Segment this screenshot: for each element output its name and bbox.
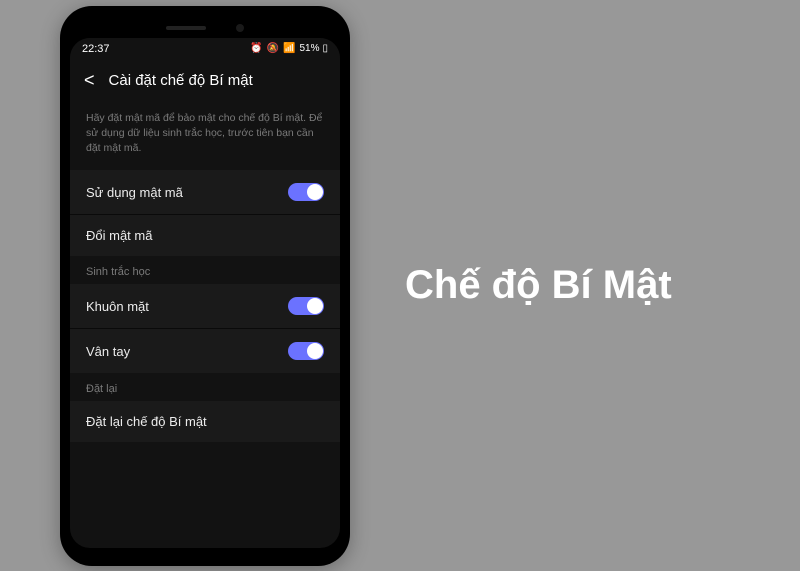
change-passcode-label: Đổi mật mã [86, 228, 152, 243]
face-label: Khuôn mặt [86, 299, 149, 314]
biometrics-section-header: Sinh trắc học [70, 256, 340, 284]
battery-percent: 51% [299, 43, 319, 54]
change-passcode-row[interactable]: Đổi mật mã [70, 215, 340, 256]
mute-icon: 🔕 [267, 43, 280, 54]
use-passcode-toggle[interactable] [288, 183, 324, 201]
reset-row[interactable]: Đặt lại chế độ Bí mật [70, 401, 340, 442]
status-indicators: ⏰ 🔕 📶 51% ▯ [250, 43, 328, 54]
toggle-knob [307, 184, 323, 200]
front-camera [236, 24, 244, 32]
page-header: < Cài đặt chế độ Bí mật [70, 60, 340, 101]
speaker-sensor [166, 26, 206, 30]
phone-screen: 22:37 ⏰ 🔕 📶 51% ▯ < Cài đặt chế độ Bí mậ… [70, 38, 340, 548]
page-title: Cài đặt chế độ Bí mật [109, 72, 253, 89]
fingerprint-row[interactable]: Vân tay [70, 329, 340, 373]
signal-icon: 📶 [283, 43, 296, 54]
phone-sensor-bar [70, 18, 340, 38]
face-row[interactable]: Khuôn mặt [70, 284, 340, 328]
battery-icon: ▯ [322, 43, 328, 54]
reset-label: Đặt lại chế độ Bí mật [86, 414, 207, 429]
status-bar: 22:37 ⏰ 🔕 📶 51% ▯ [70, 38, 340, 60]
description-text: Hãy đặt mật mã để bảo mật cho chế độ Bí … [70, 101, 340, 171]
fingerprint-toggle[interactable] [288, 342, 324, 360]
fingerprint-label: Vân tay [86, 344, 130, 359]
face-toggle[interactable] [288, 297, 324, 315]
alarm-icon: ⏰ [250, 43, 263, 54]
toggle-knob [307, 343, 323, 359]
use-passcode-label: Sử dụng mật mã [86, 185, 183, 200]
reset-section-header: Đặt lại [70, 373, 340, 401]
phone-frame: 22:37 ⏰ 🔕 📶 51% ▯ < Cài đặt chế độ Bí mậ… [60, 6, 350, 566]
side-title: Chế độ Bí Mật [405, 263, 672, 308]
use-passcode-row[interactable]: Sử dụng mật mã [70, 170, 340, 214]
status-time: 22:37 [82, 43, 110, 55]
back-icon[interactable]: < [84, 70, 95, 91]
toggle-knob [307, 298, 323, 314]
